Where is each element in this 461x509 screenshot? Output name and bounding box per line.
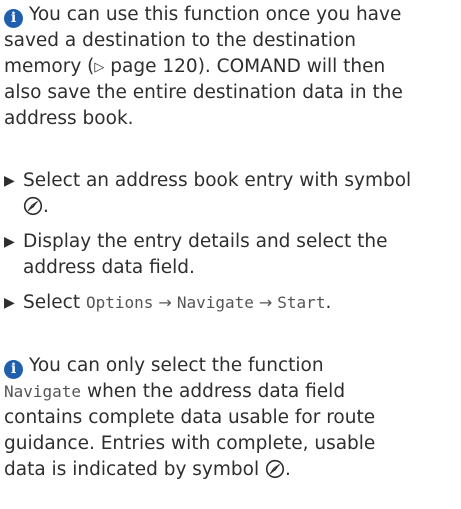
step-bullet-icon: ▶ bbox=[4, 234, 15, 250]
step-line: . bbox=[4, 194, 449, 220]
step-bullet-icon: ▶ bbox=[4, 173, 15, 189]
info-note-navigate-condition: i You can only select the function Naviga… bbox=[4, 353, 449, 483]
page-reference-arrow-icon: ▷ bbox=[94, 60, 105, 75]
step-display-details: ▶ Display the entry details and select th… bbox=[4, 229, 449, 281]
info-note-line: saved a destination to the destination bbox=[4, 28, 449, 54]
step-text: . bbox=[325, 292, 332, 313]
info-text: You can only select the function bbox=[29, 355, 324, 376]
info-note-line: address book. bbox=[4, 106, 449, 132]
info-text: contains complete data usable for route bbox=[4, 407, 376, 428]
navigation-compass-icon bbox=[265, 459, 285, 479]
info-note-line: contains complete data usable for route bbox=[4, 405, 449, 431]
step-text: Select an address book entry with symbol bbox=[23, 170, 412, 191]
step-line: address data field. bbox=[4, 255, 449, 281]
step-select-entry: ▶ Select an address book entry with symbo… bbox=[4, 168, 449, 220]
info-note-line: guidance. Entries with complete, usable bbox=[4, 431, 449, 457]
step-text: . bbox=[43, 196, 49, 217]
menu-term-options: Options bbox=[85, 293, 154, 312]
info-text: guidance. Entries with complete, usable bbox=[4, 433, 376, 454]
menu-term-navigate: Navigate bbox=[176, 293, 254, 312]
step-bullet-icon: ▶ bbox=[4, 295, 15, 311]
info-note-line: i You can use this function once you have bbox=[4, 2, 449, 28]
step-line: ▶ Select Options → Navigate → Start. bbox=[4, 290, 449, 316]
step-text: Select bbox=[23, 292, 81, 313]
menu-term-navigate: Navigate bbox=[4, 382, 82, 401]
manual-page: i You can use this function once you have… bbox=[0, 0, 461, 509]
info-note-saved-destination: i You can use this function once you have… bbox=[4, 2, 449, 132]
info-note-line: i You can only select the function bbox=[4, 353, 449, 379]
info-text: also save the entire destination data in… bbox=[4, 82, 403, 103]
info-text: memory ( bbox=[4, 56, 95, 77]
info-text: when the address data field bbox=[81, 381, 346, 402]
menu-arrow-icon: → bbox=[258, 293, 273, 312]
menu-arrow-icon: → bbox=[158, 293, 172, 312]
step-line: ▶ Select an address book entry with symbo… bbox=[4, 168, 449, 194]
info-note-line: memory (▷ page 120). COMAND will then bbox=[4, 54, 449, 80]
info-text: You can use this function once you have bbox=[29, 4, 402, 25]
step-text: address data field. bbox=[23, 257, 195, 278]
info-text: page 120). COMAND will then bbox=[110, 56, 386, 77]
menu-term-start: Start bbox=[277, 293, 326, 312]
step-line: ▶ Display the entry details and select th… bbox=[4, 229, 449, 255]
info-note-line: also save the entire destination data in… bbox=[4, 80, 449, 106]
info-note-line: Navigate when the address data field bbox=[4, 379, 449, 405]
step-select-options: ▶ Select Options → Navigate → Start. bbox=[4, 290, 449, 316]
step-text: Display the entry details and select the bbox=[23, 231, 388, 252]
info-text: saved a destination to the destination bbox=[4, 30, 357, 51]
info-note-line: data is indicated by symbol . bbox=[4, 457, 449, 483]
info-text: . bbox=[285, 459, 291, 480]
info-icon: i bbox=[4, 360, 23, 379]
info-icon: i bbox=[4, 9, 23, 28]
info-text: address book. bbox=[4, 108, 134, 129]
navigation-compass-icon bbox=[23, 196, 43, 216]
info-text: data is indicated by symbol bbox=[4, 459, 260, 480]
